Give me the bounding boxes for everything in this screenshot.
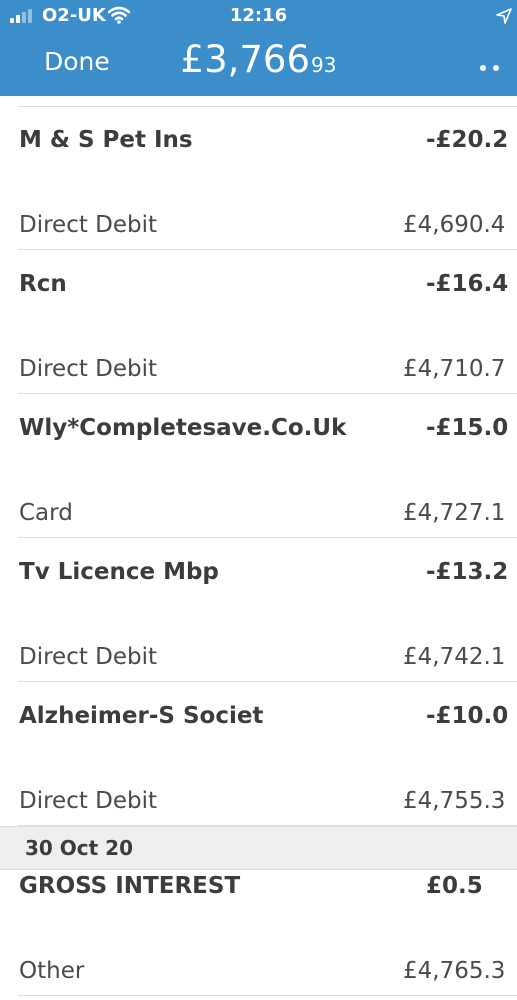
transaction-amount: -£13.2	[426, 559, 509, 585]
transaction-type: Other	[19, 958, 85, 984]
location-arrow-icon	[496, 8, 512, 24]
app-header: O2-UK 12:16 Done £3,76693	[0, 0, 517, 96]
transaction-amount: -£16.4	[426, 271, 509, 297]
transaction-type: Card	[19, 500, 73, 526]
transaction-type: Direct Debit	[19, 788, 158, 814]
transaction-row[interactable]: Alzheimer-S Societ -£10.0 Direct Debit £4,7…	[0, 682, 517, 826]
transaction-row[interactable]: Wly*Completesave.Co.Uk -£15.0 Card £4,727.1	[0, 394, 517, 538]
transaction-amount: -£15.0	[426, 415, 509, 441]
balance-pence: 93	[311, 53, 337, 77]
transaction-row[interactable]: M & S Pet Ins -£20.2 Direct Debit £4,690.4	[0, 106, 517, 250]
status-bar: O2-UK 12:16	[0, 0, 517, 32]
transaction-type: Direct Debit	[19, 356, 158, 382]
account-balance: £3,76693	[0, 38, 517, 89]
transaction-amount: -£10.0	[426, 703, 509, 729]
transaction-type: Direct Debit	[19, 644, 158, 670]
transaction-name: Wly*Completesave.Co.Uk	[19, 415, 347, 441]
transaction-amount: -£20.2	[426, 127, 509, 153]
transaction-row[interactable]: Tv Licence Mbp -£13.2 Direct Debit £4,742.1	[0, 538, 517, 682]
transaction-name: Rcn	[19, 271, 67, 297]
transactions-screen: O2-UK 12:16 Done £3,76693 M & S Pet Ins …	[0, 0, 517, 1000]
ellipsis-icon	[480, 65, 486, 71]
transaction-name: Alzheimer-S Societ	[19, 703, 264, 729]
transaction-amount: £0.5	[426, 873, 483, 899]
running-balance: £4,690.4	[403, 212, 506, 238]
transaction-row[interactable]: GROSS INTEREST £0.5 Other £4,765.3	[0, 852, 517, 996]
running-balance: £4,727.1	[403, 500, 506, 526]
running-balance: £4,755.3	[403, 788, 506, 814]
running-balance: £4,710.7	[403, 356, 506, 382]
running-balance: £4,765.3	[403, 958, 506, 984]
more-options-button[interactable]	[480, 56, 517, 71]
transaction-list[interactable]: M & S Pet Ins -£20.2 Direct Debit £4,690.4 R…	[0, 96, 517, 1000]
nav-bar: Done £3,76693	[0, 32, 517, 96]
transaction-row[interactable]: Rcn -£16.4 Direct Debit £4,710.7	[0, 250, 517, 394]
row-divider	[18, 995, 517, 996]
balance-pounds: £3,766	[180, 38, 310, 81]
transaction-type: Direct Debit	[19, 212, 158, 238]
transaction-name: M & S Pet Ins	[19, 127, 193, 153]
status-time: 12:16	[229, 5, 288, 26]
transaction-name: Tv Licence Mbp	[19, 559, 219, 585]
ellipsis-icon	[493, 65, 499, 71]
transaction-name: GROSS INTEREST	[19, 873, 241, 899]
running-balance: £4,742.1	[403, 644, 506, 670]
